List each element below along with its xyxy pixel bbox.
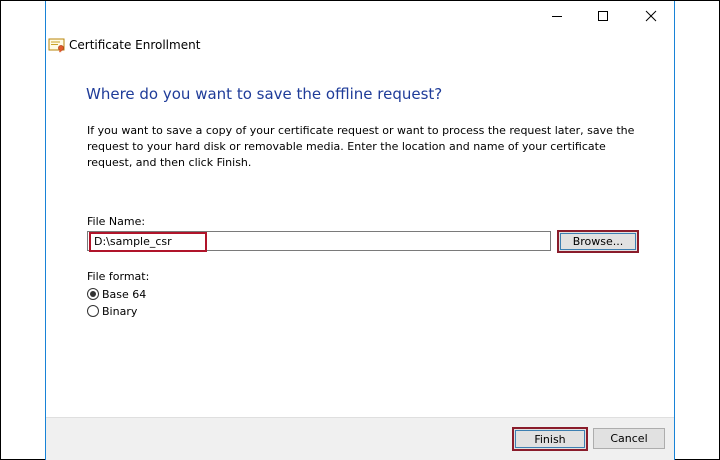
finish-button[interactable]: Finish	[512, 427, 588, 451]
cancel-button-label: Cancel	[610, 432, 648, 445]
certificate-icon	[48, 38, 65, 53]
file-name-value: D:\sample_csr	[89, 232, 207, 252]
radio-binary-label: Binary	[102, 304, 138, 318]
file-name-label: File Name:	[87, 215, 146, 228]
finish-focus-border	[515, 430, 585, 448]
radio-base64-label: Base 64	[102, 287, 147, 301]
minimize-icon	[552, 16, 562, 17]
cancel-button[interactable]: Cancel	[593, 428, 665, 449]
radio-binary-circle[interactable]	[87, 305, 99, 317]
close-icon	[645, 10, 657, 22]
screen: Certificate Enrollment Where do you want…	[0, 0, 720, 460]
title-bar[interactable]	[46, 1, 674, 31]
instructions-text: If you want to save a copy of your certi…	[87, 124, 635, 169]
radio-base64[interactable]: Base 64	[87, 286, 146, 302]
radio-binary[interactable]: Binary	[87, 303, 137, 319]
window-title: Certificate Enrollment	[69, 38, 201, 52]
wizard-header: Certificate Enrollment	[46, 35, 200, 55]
browse-button[interactable]: Browse...	[557, 230, 639, 253]
close-button[interactable]	[628, 1, 674, 31]
wizard-footer: Finish Cancel	[46, 417, 674, 460]
maximize-button[interactable]	[580, 1, 626, 31]
file-name-input[interactable]: D:\sample_csr	[87, 231, 551, 252]
certificate-enrollment-window: Certificate Enrollment Where do you want…	[45, 1, 675, 460]
radio-base64-circle[interactable]	[87, 288, 99, 300]
maximize-icon	[598, 11, 608, 21]
file-format-label: File format:	[87, 270, 150, 283]
page-heading: Where do you want to save the offline re…	[86, 85, 443, 103]
browse-focus-border	[560, 233, 636, 250]
minimize-button[interactable]	[534, 1, 580, 31]
